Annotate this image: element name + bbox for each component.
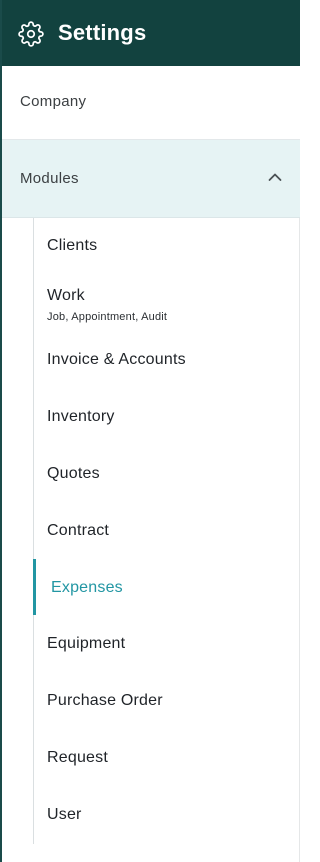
- submenu-item-invoice-accounts[interactable]: Invoice & Accounts: [33, 338, 300, 394]
- nav-item-company[interactable]: Company: [2, 66, 300, 140]
- nav-item-company-label: Company: [20, 93, 87, 110]
- submenu-item-label: Quotes: [47, 465, 100, 482]
- submenu-item-label: Work: [47, 287, 85, 304]
- submenu-item-label: Expenses: [51, 579, 123, 596]
- submenu-item-purchase-order[interactable]: Purchase Order: [33, 678, 300, 735]
- submenu-item-label: Invoice & Accounts: [47, 351, 186, 368]
- submenu-item-expenses[interactable]: Expenses: [33, 559, 300, 615]
- submenu-item-inventory[interactable]: Inventory: [33, 394, 300, 451]
- submenu-item-label: Request: [47, 749, 108, 766]
- modules-submenu: Clients Work Job, Appointment, Audit Inv…: [2, 218, 300, 844]
- submenu-item-label: Equipment: [47, 635, 126, 652]
- submenu-item-equipment[interactable]: Equipment: [33, 621, 300, 678]
- submenu-item-quotes[interactable]: Quotes: [33, 451, 300, 508]
- nav-item-modules[interactable]: Modules: [2, 140, 300, 218]
- settings-sidebar: Settings Company Modules Clients Work Jo…: [0, 0, 300, 862]
- settings-header: Settings: [2, 0, 300, 66]
- submenu-item-label: User: [47, 806, 82, 823]
- submenu-item-label: Purchase Order: [47, 692, 163, 709]
- submenu-item-request[interactable]: Request: [33, 735, 300, 792]
- chevron-up-icon[interactable]: [268, 172, 282, 182]
- submenu-item-label: Inventory: [47, 408, 115, 425]
- submenu-item-contract[interactable]: Contract: [33, 508, 300, 565]
- submenu-item-sublabel: Job, Appointment, Audit: [47, 311, 168, 323]
- gear-icon: [18, 21, 44, 47]
- submenu-item-label: Clients: [47, 237, 98, 254]
- submenu-item-label: Contract: [47, 522, 110, 539]
- nav-item-modules-label: Modules: [20, 170, 79, 187]
- page-title: Settings: [58, 20, 147, 45]
- active-indicator: [33, 559, 36, 615]
- submenu-item-user[interactable]: User: [33, 792, 300, 844]
- submenu-item-work[interactable]: Work Job, Appointment, Audit: [33, 274, 300, 338]
- submenu-item-clients[interactable]: Clients: [33, 218, 300, 274]
